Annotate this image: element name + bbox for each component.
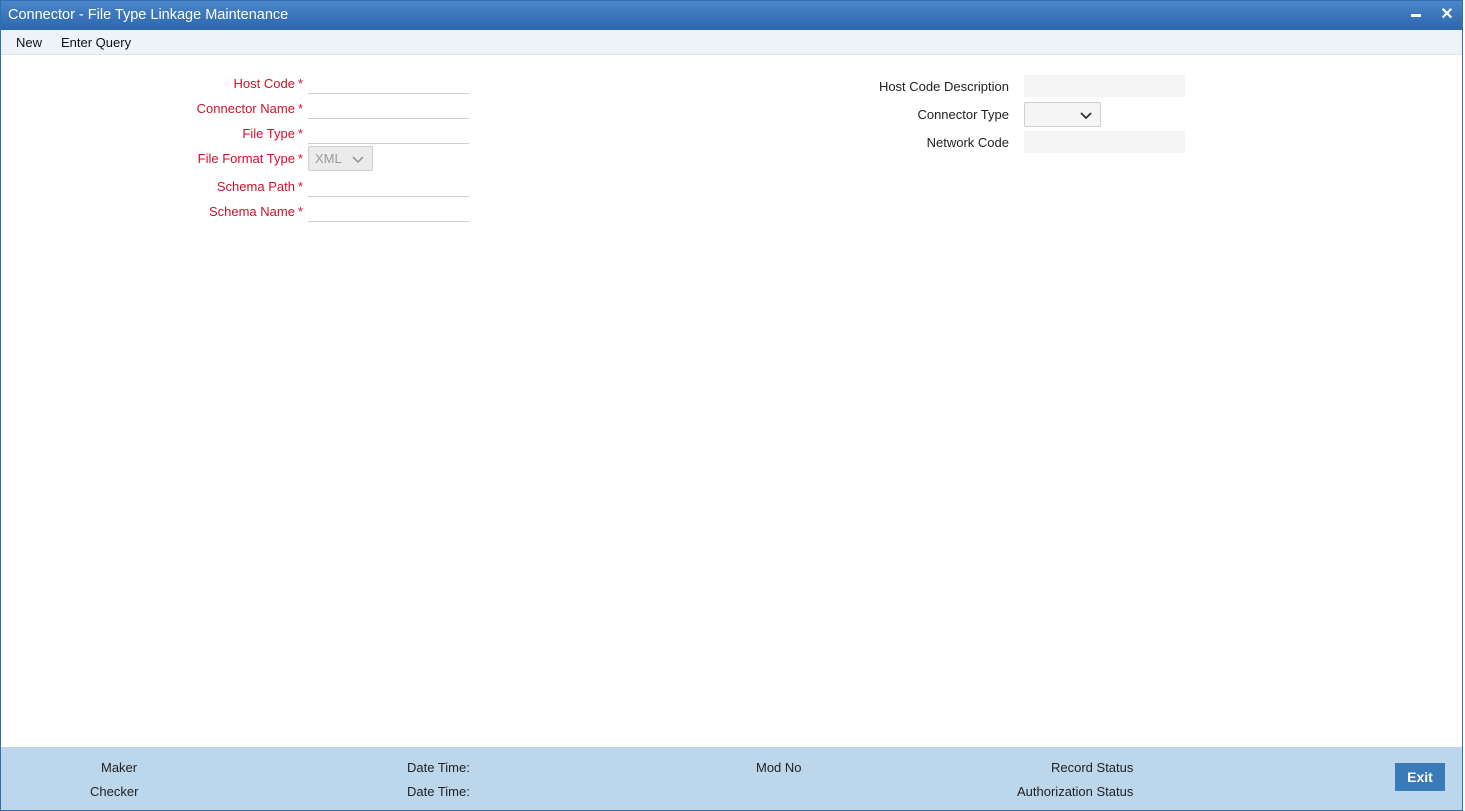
schema-name-input[interactable]: [308, 200, 469, 222]
file-format-type-select[interactable]: XML: [308, 146, 373, 171]
connector-type-label: Connector Type: [917, 107, 1009, 122]
checker-label: Checker: [90, 784, 139, 799]
schema-name-label: Schema Name *: [208, 204, 303, 219]
network-code-field: [1024, 131, 1185, 153]
maker-label: Maker: [101, 760, 138, 775]
host-code-label: Host Code *: [233, 76, 303, 91]
file-type-input[interactable]: [308, 122, 469, 144]
close-icon[interactable]: ✕: [1436, 5, 1458, 25]
menu-new[interactable]: New: [16, 35, 42, 50]
checker-date-time-label: Date Time:: [407, 784, 470, 799]
connector-name-input[interactable]: [308, 97, 469, 119]
file-format-type-label: File Format Type *: [197, 151, 303, 166]
chevron-down-icon: [352, 156, 364, 164]
maker-date-time-label: Date Time:: [407, 760, 470, 775]
record-status-label: Record Status: [1051, 760, 1134, 775]
chevron-down-icon: [1080, 112, 1092, 120]
schema-path-input[interactable]: [308, 175, 469, 197]
menu-enter-query[interactable]: Enter Query: [61, 35, 131, 50]
connector-name-label: Connector Name *: [196, 101, 303, 116]
network-code-label: Network Code: [926, 135, 1009, 150]
schema-path-label: Schema Path *: [216, 179, 303, 194]
main-window: Connector - File Type Linkage Maintenanc…: [0, 0, 1463, 811]
mod-no-label: Mod No: [756, 760, 802, 775]
host-code-description-field: [1024, 75, 1185, 97]
exit-button[interactable]: Exit: [1395, 763, 1445, 791]
minimize-icon[interactable]: [1405, 5, 1427, 25]
host-code-input[interactable]: [308, 72, 469, 94]
file-format-type-value: XML: [315, 151, 342, 166]
host-code-description-label: Host Code Description: [878, 79, 1009, 94]
form-area: Host Code * Connector Name * File Type * Fi…: [1, 56, 1462, 747]
window-title: Connector - File Type Linkage Maintenanc…: [8, 7, 289, 23]
connector-type-select[interactable]: [1024, 102, 1101, 127]
authorization-status-label: Authorization Status: [1017, 784, 1134, 799]
title-bar: Connector - File Type Linkage Maintenanc…: [1, 1, 1462, 30]
audit-footer: Maker Checker Date Time: Date Time: Mod …: [1, 747, 1462, 810]
menu-bar: New Enter Query: [1, 30, 1462, 55]
file-type-label: File Type *: [242, 126, 303, 141]
